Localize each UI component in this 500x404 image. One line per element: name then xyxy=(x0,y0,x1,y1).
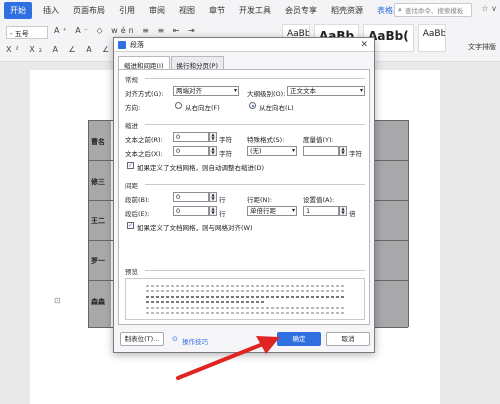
line-spacing-select[interactable]: 单倍行距 ▾ xyxy=(247,206,297,216)
paragraph-marker-icon: ⊡ xyxy=(54,296,61,305)
ltr-radio[interactable] xyxy=(249,102,256,109)
special-label: 特殊格式(S): xyxy=(247,136,285,144)
paragraph-preview xyxy=(125,278,365,320)
table-border xyxy=(408,120,409,327)
space-before-input[interactable]: 0 xyxy=(173,192,209,202)
indent-before-unit: 字符 xyxy=(219,136,232,144)
table-cell-name[interactable]: 王二 xyxy=(91,216,105,226)
preview-line xyxy=(146,296,346,298)
table-cell-name[interactable]: 曹名 xyxy=(91,137,105,147)
snap-grid-label: 如果定义了文档网格，则与网格对齐(W) xyxy=(137,224,253,232)
dialog-title: 段落 xyxy=(130,40,144,49)
menu-developer[interactable]: 开发工具 xyxy=(232,5,278,16)
menu-docer[interactable]: 稻壳资源 xyxy=(324,5,370,16)
menu-start[interactable]: 开始 xyxy=(4,1,32,19)
preview-line xyxy=(146,285,346,287)
align-select[interactable]: 两端对齐 ▾ xyxy=(173,86,239,96)
menu-references[interactable]: 引用 xyxy=(112,5,142,16)
dialog-titlebar: 段落 ✕ xyxy=(114,38,374,52)
menu-member[interactable]: 会员专享 xyxy=(278,5,324,16)
indent-after-label: 文本之后(X): xyxy=(125,150,163,158)
preview-line xyxy=(146,301,266,303)
divider xyxy=(145,270,365,271)
space-after-input[interactable]: 0 xyxy=(173,206,209,216)
annotation-arrow-icon xyxy=(176,336,280,380)
divider xyxy=(145,184,365,185)
table-shaded-col-right xyxy=(374,121,408,327)
cancel-button[interactable]: 取消 xyxy=(326,332,370,346)
paragraph-dialog: 段落 ✕ 缩进和间距(I) 换行和分页(P) 常规 对齐方式(G): 两端对齐 ▾… xyxy=(113,37,375,353)
direction-label: 方向: xyxy=(125,104,141,112)
special-select[interactable]: (无) ▾ xyxy=(247,146,297,156)
menu-view[interactable]: 视图 xyxy=(172,5,202,16)
more-icon[interactable]: ☆ ∨ xyxy=(481,4,497,13)
auto-indent-checkbox[interactable]: ✓ xyxy=(127,162,134,169)
table-cell-name[interactable]: 修三 xyxy=(91,177,105,187)
rtl-label: 从右向左(F) xyxy=(185,104,220,112)
indent-before-input[interactable]: 0 xyxy=(173,132,209,142)
font-size-select[interactable]: - 五号 xyxy=(6,26,48,39)
setting-unit: 倍 xyxy=(349,210,356,218)
section-spacing: 间距 xyxy=(125,182,138,190)
close-icon[interactable]: ✕ xyxy=(360,40,368,50)
space-after-unit: 行 xyxy=(219,210,226,218)
search-placeholder: 查找命令、搜索模板 xyxy=(404,7,464,15)
menu-review[interactable]: 审阅 xyxy=(142,5,172,16)
space-before-label: 段前(B): xyxy=(125,196,150,204)
indent-after-unit: 字符 xyxy=(219,150,232,158)
setting-spinner[interactable]: ▲ ▼ xyxy=(339,206,347,216)
setting-label: 设置值(A): xyxy=(303,196,335,204)
ltr-label: 从左向右(L) xyxy=(259,104,294,112)
space-after-label: 段后(E): xyxy=(125,210,150,218)
format-icons[interactable]: A⁺ A⁻ ◇ wén ≡ ≡ ⇤ ⇥ xyxy=(54,26,198,35)
line-spacing-label: 行距(N): xyxy=(247,196,273,204)
indent-before-spinner[interactable]: ▲ ▼ xyxy=(209,132,217,142)
space-after-spinner[interactable]: ▲ ▼ xyxy=(209,206,217,216)
table-border xyxy=(88,120,89,327)
section-indent: 缩进 xyxy=(125,122,138,130)
menu-section[interactable]: 章节 xyxy=(202,5,232,16)
outline-select[interactable]: 正文文本 ▾ xyxy=(287,86,365,96)
indent-before-label: 文本之前(R): xyxy=(125,136,163,144)
indent-after-input[interactable]: 0 xyxy=(173,146,209,156)
measure-unit: 字符 xyxy=(349,150,362,158)
auto-indent-label: 如果定义了文档网格，则自动调整右缩进(D) xyxy=(137,164,265,172)
outline-label: 大纲级别(O): xyxy=(247,90,286,98)
style-heading3[interactable]: AaBbC xyxy=(417,24,446,52)
space-before-spinner[interactable]: ▲ ▼ xyxy=(209,192,217,202)
menu-insert[interactable]: 插入 xyxy=(36,5,66,16)
indent-after-spinner[interactable]: ▲ ▼ xyxy=(209,146,217,156)
snap-grid-checkbox[interactable]: ✓ xyxy=(127,222,134,229)
text-layout-button[interactable]: 文字排版 xyxy=(468,42,496,52)
measure-spinner[interactable]: ▲ ▼ xyxy=(339,146,347,156)
menu-page-layout[interactable]: 页面布局 xyxy=(66,5,112,16)
preview-line xyxy=(146,312,346,314)
align-label: 对齐方式(G): xyxy=(125,90,164,98)
divider xyxy=(145,78,365,79)
measure-label: 度量值(Y): xyxy=(303,136,334,144)
dialog-panel: 常规 对齐方式(G): 两端对齐 ▾ 大纲级别(O): 正文文本 ▾ 方向: 从右向… xyxy=(118,69,370,325)
section-preview: 预览 xyxy=(125,268,138,276)
measure-input[interactable] xyxy=(303,146,339,156)
search-icon: ⌕ xyxy=(398,5,402,14)
app-icon xyxy=(118,40,126,49)
space-before-unit: 行 xyxy=(219,196,226,204)
table-cell-name[interactable]: 森森 xyxy=(91,297,105,307)
tab-stops-button[interactable]: 制表位(T)... xyxy=(120,332,164,346)
search-box[interactable]: ⌕ 查找命令、搜索模板 xyxy=(394,3,472,17)
preview-line xyxy=(146,307,346,309)
rtl-radio[interactable] xyxy=(175,102,182,109)
section-general: 常规 xyxy=(125,76,138,84)
setting-input[interactable]: 1 xyxy=(303,206,339,216)
divider xyxy=(145,124,365,125)
preview-line xyxy=(146,290,346,292)
table-cell-name[interactable]: 罗一 xyxy=(91,256,105,266)
